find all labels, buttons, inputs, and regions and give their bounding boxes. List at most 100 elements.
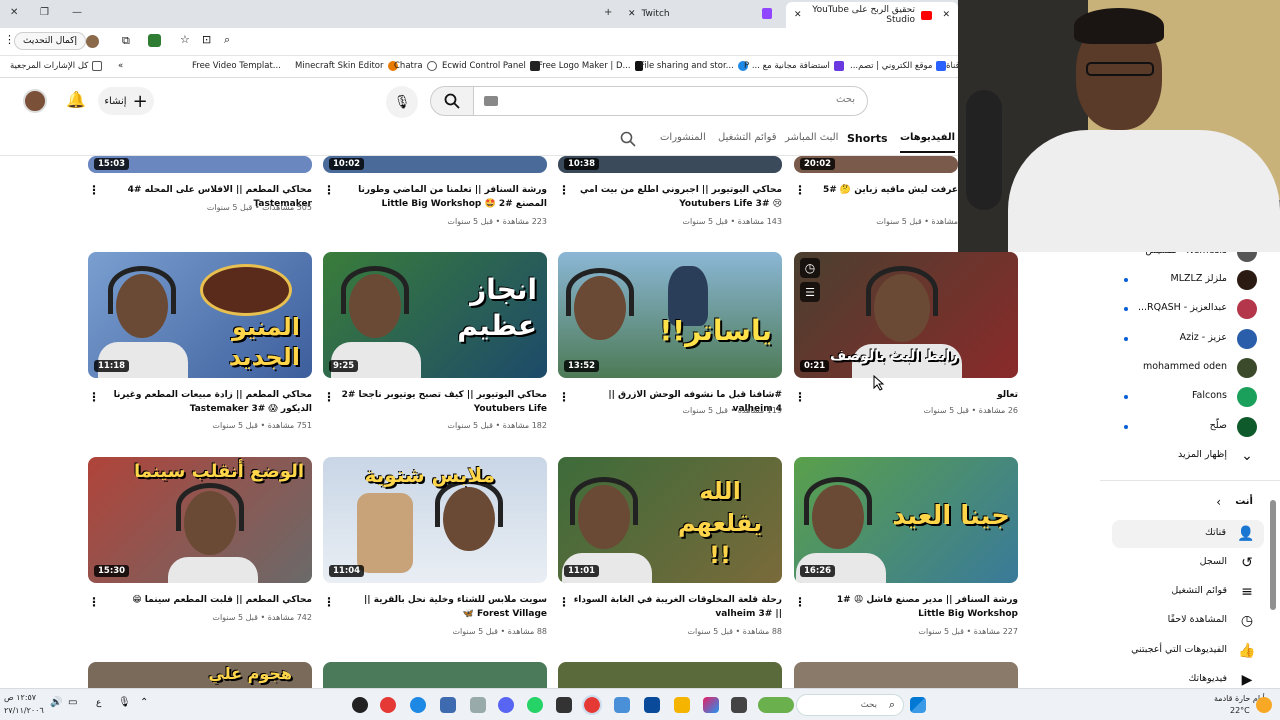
keyboard-icon[interactable]: [484, 96, 498, 106]
tab-playlists[interactable]: قوائم التشغيل: [718, 132, 777, 143]
tab-posts[interactable]: المنشورات: [660, 132, 706, 143]
video-title[interactable]: تعالو: [808, 388, 1018, 402]
tab-youtube-studio[interactable]: ✕ تحقيق الربح على YouTube Studio ✕: [786, 2, 958, 28]
update-button[interactable]: إكمال التحديث: [14, 32, 86, 50]
tab-live[interactable]: البث المباشر: [785, 132, 838, 143]
install-app-icon[interactable]: ⊡: [202, 33, 211, 46]
video-menu-icon[interactable]: ⋮: [88, 595, 100, 609]
language-indicator[interactable]: ع: [96, 698, 101, 708]
bookmark-item[interactable]: File sharing and stor...: [640, 61, 748, 71]
create-button[interactable]: إنشاء +: [98, 87, 154, 115]
bookmark-item[interactable]: Chatra: [394, 61, 437, 71]
whatsapp-icon[interactable]: [527, 697, 543, 713]
video-thumbnail[interactable]: [323, 662, 547, 688]
video-title[interactable]: عرفت ليش ماقيه زباين 🤔 #5: [808, 183, 958, 197]
video-menu-icon[interactable]: ⋮: [323, 183, 335, 197]
app-icon[interactable]: [731, 697, 747, 713]
video-title[interactable]: رحلة قلعة المخلوقات الغريبة في الغابة ال…: [572, 593, 782, 621]
video-thumbnail[interactable]: [558, 662, 782, 688]
photos-icon[interactable]: [440, 697, 456, 713]
bookmark-item[interactable]: موقع الكتروني | تصم...: [850, 61, 947, 71]
show-more-button[interactable]: إظهار المزيد ⌄: [1040, 442, 1265, 470]
bookmark-star-icon[interactable]: ☆: [180, 33, 190, 46]
app-icon[interactable]: [614, 697, 630, 713]
tab-twitch[interactable]: ✕ Twitch: [628, 4, 670, 24]
video-menu-icon[interactable]: ⋮: [323, 595, 335, 609]
bookmark-item[interactable]: Free Video Templat...: [192, 61, 281, 71]
voice-search-button[interactable]: 🎙: [386, 86, 418, 118]
channel-search-icon[interactable]: [620, 131, 636, 147]
video-thumbnail[interactable]: 10:38: [558, 156, 782, 173]
subscription-item[interactable]: عزيز - Aziz: [1040, 325, 1265, 353]
video-title[interactable]: ورشة السنافر || تعلمنا من الماضي وطورنا …: [337, 183, 547, 211]
edge-icon[interactable]: [410, 697, 426, 713]
battery-icon[interactable]: ▭: [68, 697, 77, 708]
video-menu-icon[interactable]: ⋮: [558, 595, 570, 609]
search-widget-image[interactable]: [758, 697, 794, 713]
extension-green-icon[interactable]: [148, 34, 161, 47]
bookmark-item[interactable]: Free Logo Maker | D...: [538, 61, 643, 71]
tab-shorts[interactable]: Shorts: [847, 132, 888, 145]
video-menu-icon[interactable]: ⋮: [88, 390, 100, 404]
video-thumbnail[interactable]: هجوم علي: [88, 662, 312, 688]
minimize-window-icon[interactable]: —: [72, 7, 82, 18]
video-thumbnail[interactable]: [794, 662, 1018, 688]
video-thumbnail[interactable]: الله يقلعهم !! 11:01: [558, 457, 782, 583]
video-menu-icon[interactable]: ⋮: [794, 595, 806, 609]
subscription-item[interactable]: عبدالعزيز - RQASH...: [1040, 295, 1265, 323]
sidebar-item-liked-videos[interactable]: الفيديوهات التي أعجبتني 👍: [1040, 637, 1265, 665]
file-explorer-icon[interactable]: [674, 697, 690, 713]
video-title[interactable]: محاكي اليوتيوبر || اجبروني اطلع من بيت ا…: [572, 183, 782, 211]
close-window-icon[interactable]: ✕: [942, 10, 950, 20]
video-title[interactable]: ورشة السنافر || مدير مصنع فاشل 😩 #1 Litt…: [808, 593, 1018, 621]
taskbar-search[interactable]: بحث ⌕: [796, 694, 904, 716]
video-thumbnail[interactable]: جينا العيد 16:26: [794, 457, 1018, 583]
close-window-icon[interactable]: ✕: [10, 7, 18, 18]
video-title[interactable]: محاكي المطعم || قلبت المطعم سينما 😁: [102, 593, 312, 607]
search-button[interactable]: [430, 86, 474, 116]
bookmark-item[interactable]: Minecraft Skin Editor: [295, 61, 398, 71]
video-title[interactable]: سويت ملابس للشتاء وخلية نحل بالقرية || F…: [337, 593, 547, 621]
close-tab-icon[interactable]: ✕: [794, 10, 802, 20]
video-title[interactable]: محاكي اليوتيوبر || كيف تصبح يوتيوبر ناجح…: [337, 388, 547, 416]
search-input[interactable]: بحث: [473, 86, 868, 116]
video-menu-icon[interactable]: ⋮: [794, 183, 806, 197]
scrollbar[interactable]: [1270, 500, 1276, 610]
video-menu-icon[interactable]: ⋮: [558, 183, 570, 197]
video-thumbnail[interactable]: رابط البث بالوصف ◷ ☰ 0:21: [794, 252, 1018, 378]
mic-tray-icon[interactable]: 🎙: [118, 697, 131, 708]
app-icon[interactable]: [352, 697, 368, 713]
chevron-up-icon[interactable]: ⌃: [140, 697, 148, 708]
sidebar-item-your-channel[interactable]: قناتك 👤: [1112, 520, 1264, 548]
video-thumbnail[interactable]: المنيو الجديد 11:18: [88, 252, 312, 378]
subscription-item[interactable]: صلّح: [1040, 413, 1265, 441]
video-menu-icon[interactable]: ⋮: [88, 183, 100, 197]
video-thumbnail[interactable]: انجاز عظيم 9:25: [323, 252, 547, 378]
watch-later-icon[interactable]: ◷: [800, 258, 820, 278]
close-tab-icon[interactable]: ✕: [628, 9, 636, 19]
speaker-icon[interactable]: 🔊: [50, 697, 62, 708]
new-tab-icon[interactable]: +: [604, 7, 612, 18]
bookmark-item[interactable]: استضافة مجانية مع ... P: [744, 61, 844, 71]
video-thumbnail[interactable]: الوضع أنقلب سينما 15:30: [88, 457, 312, 583]
bookmark-item[interactable]: Ecwid Control Panel: [442, 61, 540, 71]
sidebar-item-playlists[interactable]: قوائم التشغيل ≡: [1040, 578, 1265, 606]
video-menu-icon[interactable]: ⋮: [794, 390, 806, 404]
store-icon[interactable]: [644, 697, 660, 713]
subscription-item[interactable]: Falcons: [1040, 383, 1265, 411]
app-icon[interactable]: [556, 697, 572, 713]
video-thumbnail[interactable]: 15:03: [88, 156, 312, 173]
discord-icon[interactable]: [498, 697, 514, 713]
subscription-item[interactable]: ملزلز MLZLZ: [1040, 266, 1265, 294]
video-thumbnail[interactable]: ملابس شتوية 11:04: [323, 457, 547, 583]
chevron-left-icon[interactable]: «: [118, 61, 123, 71]
zoom-icon[interactable]: ⌕: [224, 33, 230, 47]
account-avatar[interactable]: [23, 89, 47, 113]
profile-avatar[interactable]: [86, 35, 99, 48]
sidebar-item-history[interactable]: السجل ↺: [1040, 549, 1265, 577]
subscription-item[interactable]: mohammed oden: [1040, 354, 1265, 382]
windows-start-icon[interactable]: [910, 697, 926, 713]
add-to-queue-icon[interactable]: ☰: [800, 282, 820, 302]
video-menu-icon[interactable]: ⋮: [558, 390, 570, 404]
app-icon[interactable]: [470, 697, 486, 713]
